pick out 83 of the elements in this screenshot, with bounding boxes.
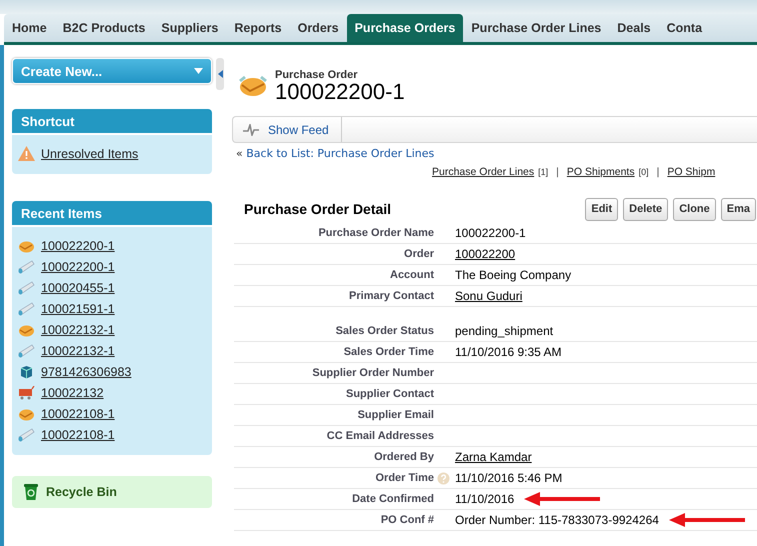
caret-icon bbox=[194, 68, 203, 74]
nav-tab[interactable]: Purchase Order Lines bbox=[463, 14, 610, 42]
shortcut-link[interactable]: Unresolved Items bbox=[41, 146, 138, 160]
action-button[interactable]: Delete bbox=[623, 198, 668, 220]
nav-tab[interactable]: Suppliers bbox=[153, 14, 226, 42]
recent-item-link[interactable]: 100022200-1 bbox=[41, 238, 115, 252]
nav-tab[interactable]: B2C Products bbox=[54, 14, 154, 42]
warning-icon bbox=[18, 146, 35, 161]
field-value: 11/10/2016 bbox=[455, 492, 514, 506]
help-icon bbox=[437, 472, 450, 484]
field-value: pending_shipment bbox=[455, 324, 554, 338]
recent-item-link[interactable]: 100022108-1 bbox=[41, 406, 115, 420]
panel-title: Recent Items bbox=[21, 206, 102, 220]
field-value: 100022200-1 bbox=[455, 226, 526, 240]
show-feed-button[interactable]: Show Feed bbox=[233, 117, 342, 142]
pulse-icon bbox=[243, 124, 259, 136]
cart-icon bbox=[18, 386, 35, 400]
field-value: Order Number: 115-7833073-9924264 bbox=[455, 513, 659, 527]
field-label: Sales Order Status bbox=[336, 325, 434, 337]
nav-tab[interactable]: Orders bbox=[290, 14, 347, 42]
field-label: CC Email Addresses bbox=[326, 430, 434, 442]
field-label: Ordered By bbox=[374, 451, 434, 463]
recent-item-link[interactable]: 100022132-1 bbox=[41, 344, 115, 358]
field-label: Account bbox=[390, 269, 434, 281]
action-button[interactable]: Ema bbox=[720, 198, 756, 220]
separator: | bbox=[556, 166, 559, 178]
nav-tab[interactable]: Conta bbox=[658, 14, 710, 42]
recent-item-link[interactable]: 100022200-1 bbox=[41, 260, 115, 274]
field-label: Date Confirmed bbox=[352, 493, 434, 505]
handshake-icon bbox=[18, 238, 35, 252]
field-value: The Boeing Company bbox=[455, 268, 572, 282]
related-list-link[interactable]: PO Shipm bbox=[667, 166, 716, 178]
recent-item-link[interactable]: 9781426306983 bbox=[41, 364, 132, 378]
trash-icon bbox=[24, 484, 38, 500]
nav-tab[interactable]: Home bbox=[4, 14, 55, 42]
field-value: 11/10/2016 5:46 PM bbox=[455, 471, 562, 485]
action-button[interactable]: Edit bbox=[585, 198, 618, 220]
field-label: Sales Order Time bbox=[344, 346, 434, 358]
collapse-handle[interactable] bbox=[216, 58, 224, 90]
recent-item-link[interactable]: 100020455-1 bbox=[41, 280, 115, 294]
section-title: Purchase Order Detail bbox=[244, 201, 392, 217]
nav-tab[interactable]: Purchase Orders bbox=[346, 14, 464, 42]
recent-item-link[interactable]: 100022108-1 bbox=[41, 428, 115, 442]
recycle-bin-panel[interactable]: Recycle Bin bbox=[12, 476, 212, 508]
field-label: Supplier Order Number bbox=[312, 367, 434, 379]
tube-icon bbox=[18, 260, 35, 274]
tube-icon bbox=[18, 428, 35, 442]
back-arrow: « bbox=[236, 147, 243, 160]
action-button[interactable]: Clone bbox=[673, 198, 716, 220]
field-label: Supplier Email bbox=[358, 409, 434, 421]
field-label: Order Time bbox=[376, 472, 434, 484]
recent-item-link[interactable]: 100022132-1 bbox=[41, 322, 115, 336]
back-link[interactable]: Back to List: Purchase Order Lines bbox=[246, 147, 434, 160]
panel-title: Shortcut bbox=[21, 114, 74, 128]
field-label: Primary Contact bbox=[349, 290, 434, 302]
caret-icon bbox=[218, 70, 222, 78]
record-name: 100022200-1 bbox=[275, 81, 405, 103]
recent-item-link[interactable]: 100021591-1 bbox=[41, 302, 115, 316]
field-label: Order bbox=[404, 248, 434, 260]
handshake-icon bbox=[18, 322, 35, 336]
handshake-icon bbox=[18, 406, 35, 420]
tube-icon bbox=[18, 280, 35, 294]
field-value-link[interactable]: Sonu Guduri bbox=[455, 289, 522, 303]
box-icon bbox=[18, 364, 35, 378]
related-count: [0] bbox=[638, 167, 649, 177]
field-value-link[interactable]: Zarna Kamdar bbox=[455, 450, 532, 464]
tube-icon bbox=[18, 302, 35, 316]
related-list-link[interactable]: Purchase Order Lines bbox=[432, 166, 534, 178]
related-count: [1] bbox=[538, 167, 548, 177]
nav-tab[interactable]: Reports bbox=[226, 14, 290, 42]
field-label: PO Conf # bbox=[380, 514, 434, 526]
recycle-bin-label: Recycle Bin bbox=[46, 485, 117, 499]
handshake-icon bbox=[238, 73, 268, 99]
tube-icon bbox=[18, 344, 35, 358]
field-value-link[interactable]: 100022200 bbox=[455, 247, 516, 261]
field-value: 11/10/2016 9:35 AM bbox=[455, 345, 562, 359]
nav-tab[interactable]: Deals bbox=[609, 14, 659, 42]
field-label: Purchase Order Name bbox=[318, 227, 434, 239]
related-list-link[interactable]: PO Shipments bbox=[566, 166, 635, 178]
separator: | bbox=[656, 166, 660, 178]
field-label: Supplier Contact bbox=[346, 388, 434, 400]
record-type: Purchase Order bbox=[275, 69, 359, 81]
recent-item-link[interactable]: 100022132 bbox=[41, 386, 104, 400]
